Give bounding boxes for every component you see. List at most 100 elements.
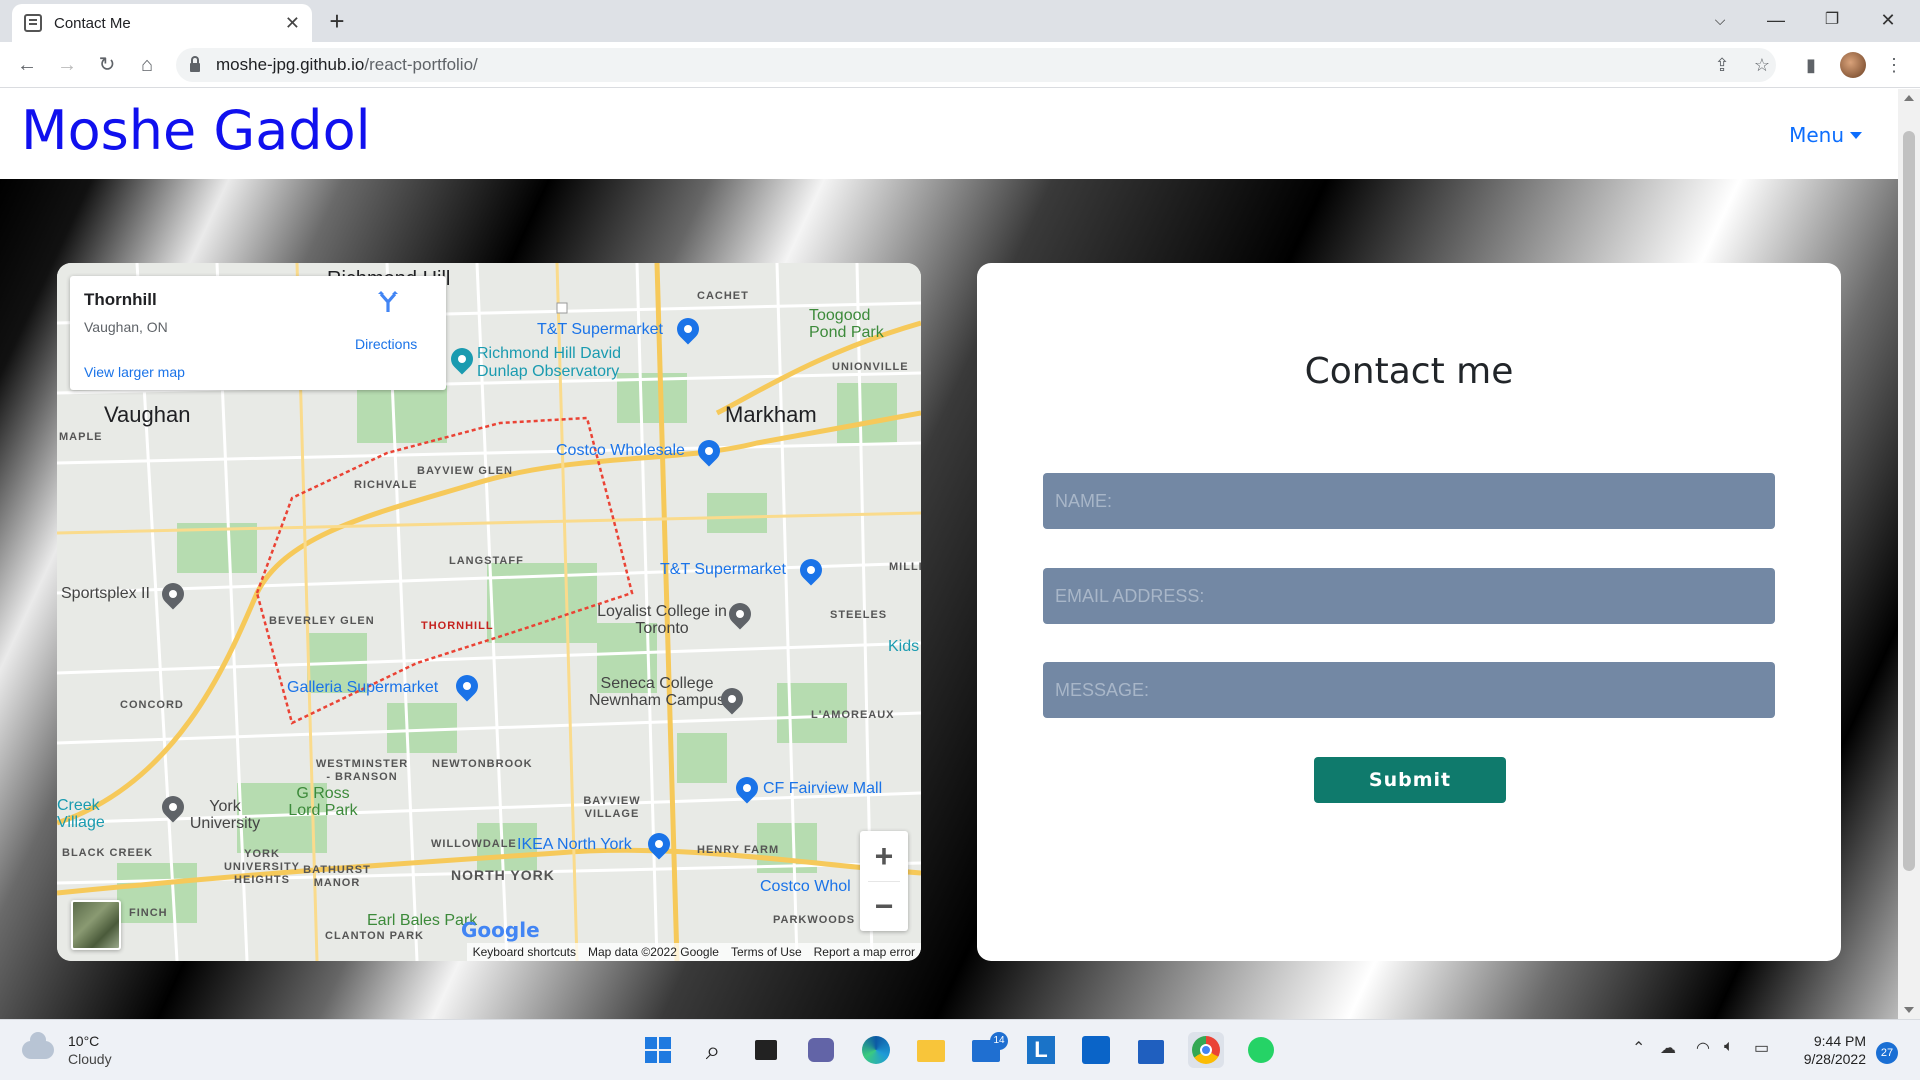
teams-chat-icon[interactable] (803, 1032, 839, 1068)
bookmark-star-icon[interactable]: ☆ (1748, 51, 1776, 79)
map-label-bayview-glen: BAYVIEW GLEN (417, 465, 513, 477)
back-button[interactable]: ← (12, 50, 42, 80)
directions-link[interactable]: Directions (355, 336, 417, 352)
map-label-langstaff: LANGSTAFF (449, 555, 524, 567)
l-app-icon[interactable]: L (1023, 1032, 1059, 1068)
reload-button[interactable]: ↻ (92, 50, 122, 80)
profile-avatar[interactable] (1840, 52, 1866, 78)
name-field[interactable] (1043, 473, 1775, 529)
page-scrollbar[interactable] (1898, 89, 1920, 1019)
map-poi-g-ross-lord-park[interactable]: G Ross Lord Park (283, 785, 363, 819)
search-icon[interactable]: ⌕ (695, 1032, 731, 1068)
map-poi-loyalist-college[interactable]: Loyalist College in Toronto (597, 603, 727, 637)
chrome-icon[interactable] (1188, 1032, 1224, 1068)
map-poi-york-university[interactable]: York University (185, 798, 265, 832)
tab-search-icon[interactable]: ⌵ (1692, 0, 1748, 42)
map-data-credit: Map data ©2022 Google (582, 943, 725, 961)
caret-down-icon (1850, 132, 1862, 139)
browser-tab-bar: Contact Me ✕ + ⌵ — ❐ ✕ (0, 0, 1920, 42)
map-label-beverley-glen: BEVERLEY GLEN (269, 615, 375, 627)
contact-heading: Contact me (1304, 351, 1514, 392)
map-poi-tt-supermarket-north[interactable]: T&T Supermarket (537, 321, 663, 339)
map-label-milliken: MILLI (889, 561, 921, 573)
show-hidden-icons-chevron-icon[interactable]: ⌃ (1632, 1038, 1645, 1058)
folder-shape (917, 1040, 945, 1062)
weather-condition: Cloudy (68, 1051, 112, 1067)
map-poi-costco-wholesale[interactable]: Costco Wholesale (556, 442, 685, 460)
restore-button[interactable]: ❐ (1804, 0, 1860, 42)
task-view-icon[interactable] (748, 1032, 784, 1068)
map-poi-costco-south[interactable]: Costco Whol (760, 878, 851, 896)
forward-button[interactable]: → (52, 50, 82, 80)
store-bag-shape (1138, 1040, 1164, 1064)
map-zoom-control: + − (860, 831, 908, 931)
email-field[interactable] (1043, 568, 1775, 624)
map-poi-ikea-north-york[interactable]: IKEA North York (517, 836, 632, 854)
menu-dropdown-toggle[interactable]: Menu (1789, 123, 1862, 147)
map-poi-sportsplex[interactable]: Sportsplex II (61, 585, 150, 603)
mail-icon[interactable]: 14 (968, 1032, 1008, 1068)
volume-icon[interactable]: 🔈︎ (1724, 1038, 1734, 1056)
map-label-steeles: STEELES (830, 609, 888, 621)
battery-icon[interactable]: ▭ (1754, 1038, 1769, 1058)
map-poi-tt-supermarket-south[interactable]: T&T Supermarket (660, 561, 786, 579)
place-address: Vaughan, ON (84, 319, 168, 335)
edge-browser-icon[interactable] (858, 1032, 894, 1068)
directions-icon[interactable] (376, 290, 400, 314)
lock-icon[interactable] (190, 56, 200, 72)
windows-logo-icon (645, 1037, 671, 1063)
site-brand[interactable]: Moshe Gadol (21, 99, 371, 162)
notification-count-badge[interactable]: 27 (1876, 1042, 1898, 1064)
start-button[interactable] (640, 1032, 676, 1068)
outlook-icon[interactable] (1078, 1032, 1114, 1068)
scroll-up-icon[interactable] (1904, 95, 1914, 101)
side-panel-icon[interactable]: ▮ (1797, 51, 1825, 79)
address-bar[interactable]: moshe-jpg.github.io/react-portfolio/ (176, 48, 1776, 82)
scroll-down-icon[interactable] (1904, 1007, 1914, 1013)
zoom-divider (868, 881, 900, 882)
map-label-newtonbrook: NEWTONBROOK (432, 758, 533, 770)
contact-card: Contact me Submit (977, 263, 1841, 961)
map-label-lamoreaux: L'AMOREAUX (811, 709, 895, 721)
map-poi-kids[interactable]: Kids (888, 638, 919, 656)
embedded-map[interactable]: Vaughan Markham Richmond Hill CACHET Too… (57, 263, 921, 961)
message-field[interactable] (1043, 662, 1775, 718)
map-label-cachet: CACHET (697, 290, 749, 302)
system-clock[interactable]: 9:44 PM 9/28/2022 (1780, 1032, 1866, 1068)
whatsapp-icon[interactable] (1243, 1032, 1279, 1068)
main-content: Vaughan Markham Richmond Hill CACHET Too… (0, 179, 1898, 1019)
browser-tab[interactable]: Contact Me ✕ (12, 4, 312, 42)
edge-logo-shape (862, 1036, 890, 1064)
home-button[interactable]: ⌂ (132, 50, 162, 80)
report-map-error-link[interactable]: Report a map error (807, 943, 921, 961)
browser-toolbar: ← → ↻ ⌂ moshe-jpg.github.io/react-portfo… (0, 42, 1920, 88)
file-explorer-icon[interactable] (913, 1032, 949, 1068)
minimize-button[interactable]: — (1748, 0, 1804, 42)
map-poi-creek-village[interactable]: Creek Village (57, 797, 117, 831)
share-icon[interactable]: ⇪ (1708, 51, 1736, 79)
onedrive-cloud-icon[interactable]: ☁ (1660, 1038, 1676, 1058)
zoom-in-button[interactable]: + (860, 831, 908, 881)
zoom-out-button[interactable]: − (860, 881, 908, 931)
page-favicon-icon (24, 14, 42, 32)
map-label-concord: CONCORD (120, 699, 184, 711)
keyboard-shortcuts-link[interactable]: Keyboard shortcuts (466, 943, 582, 961)
map-poi-cf-fairview-mall[interactable]: CF Fairview Mall (763, 780, 882, 798)
scrollbar-thumb[interactable] (1903, 131, 1915, 871)
view-larger-map-link[interactable]: View larger map (84, 364, 185, 380)
windows-taskbar: 10°C Cloudy ⌕ 14 L ⌃ ☁ ◠ 🔈︎ ▭ 9:44 PM 9/… (0, 1019, 1920, 1080)
map-poi-observatory[interactable]: Richmond Hill David Dunlap Observatory (477, 345, 657, 381)
map-poi-seneca-college[interactable]: Seneca College Newnham Campus (587, 675, 727, 709)
new-tab-button[interactable]: + (322, 6, 352, 36)
browser-menu-icon[interactable]: ⋮ (1880, 51, 1908, 79)
terms-of-use-link[interactable]: Terms of Use (724, 943, 808, 961)
weather-widget[interactable]: 10°C Cloudy (22, 1032, 112, 1068)
wifi-icon[interactable]: ◠ (1696, 1038, 1710, 1058)
map-poi-galleria-supermarket[interactable]: Galleria Supermarket (287, 679, 438, 697)
close-window-button[interactable]: ✕ (1860, 0, 1916, 42)
site-header: Moshe Gadol Menu (0, 89, 1898, 179)
store-icon[interactable] (1133, 1032, 1169, 1068)
close-tab-icon[interactable]: ✕ (285, 13, 300, 34)
submit-button[interactable]: Submit (1314, 757, 1506, 803)
place-name: Thornhill (84, 290, 157, 309)
